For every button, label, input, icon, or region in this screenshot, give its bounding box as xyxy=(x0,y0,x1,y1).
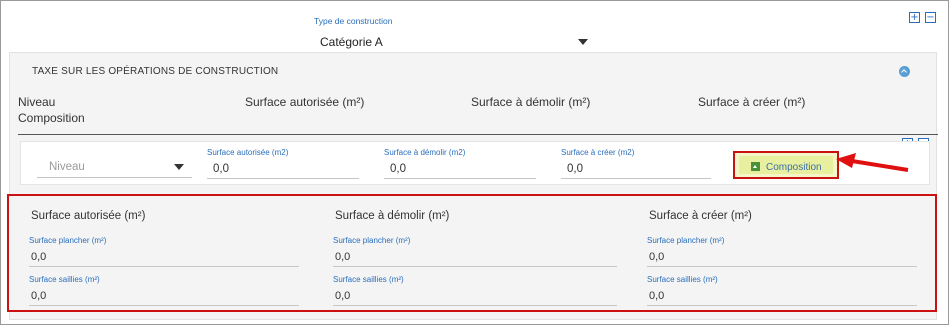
table-row: Niveau Surface autorisée (m2) 0,0 Surfac… xyxy=(20,141,930,185)
surface-creer-input[interactable]: 0,0 xyxy=(561,159,711,179)
add-button[interactable]: + xyxy=(909,12,920,23)
surface-autorisee-field[interactable]: Surface autorisée (m2) 0,0 xyxy=(207,148,359,179)
surface-autorisee-value: 0,0 xyxy=(213,163,229,175)
surface-autorisee-label: Surface autorisée (m2) xyxy=(207,148,289,157)
surface-plancher-input[interactable]: 0,0 xyxy=(333,249,617,267)
surface-plancher-label: Surface plancher (m²) xyxy=(29,236,107,245)
surface-plancher-field[interactable]: Surface plancher (m²) 0,0 xyxy=(29,230,299,267)
surface-demolir-field[interactable]: Surface à démolir (m2) 0,0 xyxy=(384,148,536,179)
surface-saillies-input[interactable]: 0,0 xyxy=(333,288,617,306)
group-title: Surface à créer (m²) xyxy=(649,210,752,222)
surface-saillies-input[interactable]: 0,0 xyxy=(647,288,917,306)
page-frame: Type de construction Catégorie A + − TAX… xyxy=(0,0,949,325)
surface-demolir-value: 0,0 xyxy=(390,163,406,175)
surface-plancher-field[interactable]: Surface plancher (m²) 0,0 xyxy=(333,230,617,267)
surface-plancher-value: 0,0 xyxy=(31,251,47,263)
surface-saillies-field[interactable]: Surface saillies (m²) 0,0 xyxy=(29,269,299,306)
surface-saillies-input[interactable]: 0,0 xyxy=(29,288,299,306)
expand-icon xyxy=(751,162,760,171)
red-arrow-icon xyxy=(836,153,909,172)
header-surface-creer: Surface à créer (m²) xyxy=(698,95,806,109)
surface-saillies-field[interactable]: Surface saillies (m²) 0,0 xyxy=(647,269,917,306)
surface-creer-label: Surface à créer (m2) xyxy=(561,148,635,157)
surface-saillies-label: Surface saillies (m²) xyxy=(29,275,100,284)
surface-saillies-value: 0,0 xyxy=(31,290,47,302)
remove-button[interactable]: − xyxy=(925,12,936,23)
surface-saillies-value: 0,0 xyxy=(649,290,665,302)
surface-saillies-field[interactable]: Surface saillies (m²) 0,0 xyxy=(333,269,617,306)
surface-plancher-label: Surface plancher (m²) xyxy=(647,236,725,245)
composition-button[interactable]: Composition xyxy=(733,151,839,179)
section-title: TAXE SUR LES OPÉRATIONS DE CONSTRUCTION xyxy=(32,66,279,77)
surface-autorisee-input[interactable]: 0,0 xyxy=(207,159,359,179)
surface-demolir-label: Surface à démolir (m2) xyxy=(384,148,466,157)
group-title: Surface autorisée (m²) xyxy=(31,210,146,222)
type-construction-field[interactable]: Type de construction Catégorie A xyxy=(314,11,596,53)
surface-plancher-input[interactable]: 0,0 xyxy=(29,249,299,267)
surface-plancher-label: Surface plancher (m²) xyxy=(333,236,411,245)
niveau-select[interactable]: Niveau xyxy=(37,156,192,178)
header-niveau: Niveau xyxy=(18,95,56,109)
surface-plancher-value: 0,0 xyxy=(649,251,665,263)
type-construction-value: Catégorie A xyxy=(320,35,383,49)
surface-saillies-value: 0,0 xyxy=(335,290,351,302)
surface-plancher-field[interactable]: Surface plancher (m²) 0,0 xyxy=(647,230,917,267)
surface-plancher-input[interactable]: 0,0 xyxy=(647,249,917,267)
surface-saillies-label: Surface saillies (m²) xyxy=(647,275,718,284)
surface-saillies-label: Surface saillies (m²) xyxy=(333,275,404,284)
header-surface-demolir: Surface à démolir (m²) xyxy=(471,95,591,109)
caret-down-icon xyxy=(174,164,184,170)
caret-down-icon xyxy=(578,39,588,45)
surface-demolir-input[interactable]: 0,0 xyxy=(384,159,536,179)
niveau-placeholder: Niveau xyxy=(49,161,85,173)
composition-button-label: Composition xyxy=(766,162,822,173)
type-construction-select[interactable]: Catégorie A xyxy=(314,31,596,53)
composition-button-body[interactable]: Composition xyxy=(739,156,833,174)
type-construction-label: Type de construction xyxy=(314,16,393,26)
table-header: Niveau Composition Surface autorisée (m²… xyxy=(18,95,938,135)
surface-creer-value: 0,0 xyxy=(567,163,583,175)
group-title: Surface à démolir (m²) xyxy=(335,210,450,222)
header-surface-autorisee: Surface autorisée (m²) xyxy=(245,95,365,109)
chevron-up-circle-icon[interactable] xyxy=(899,66,910,77)
composition-panel: Surface autorisée (m²) Surface plancher … xyxy=(7,194,937,312)
surface-creer-field[interactable]: Surface à créer (m2) 0,0 xyxy=(561,148,711,179)
header-composition: Composition xyxy=(18,111,85,125)
surface-plancher-value: 0,0 xyxy=(335,251,351,263)
